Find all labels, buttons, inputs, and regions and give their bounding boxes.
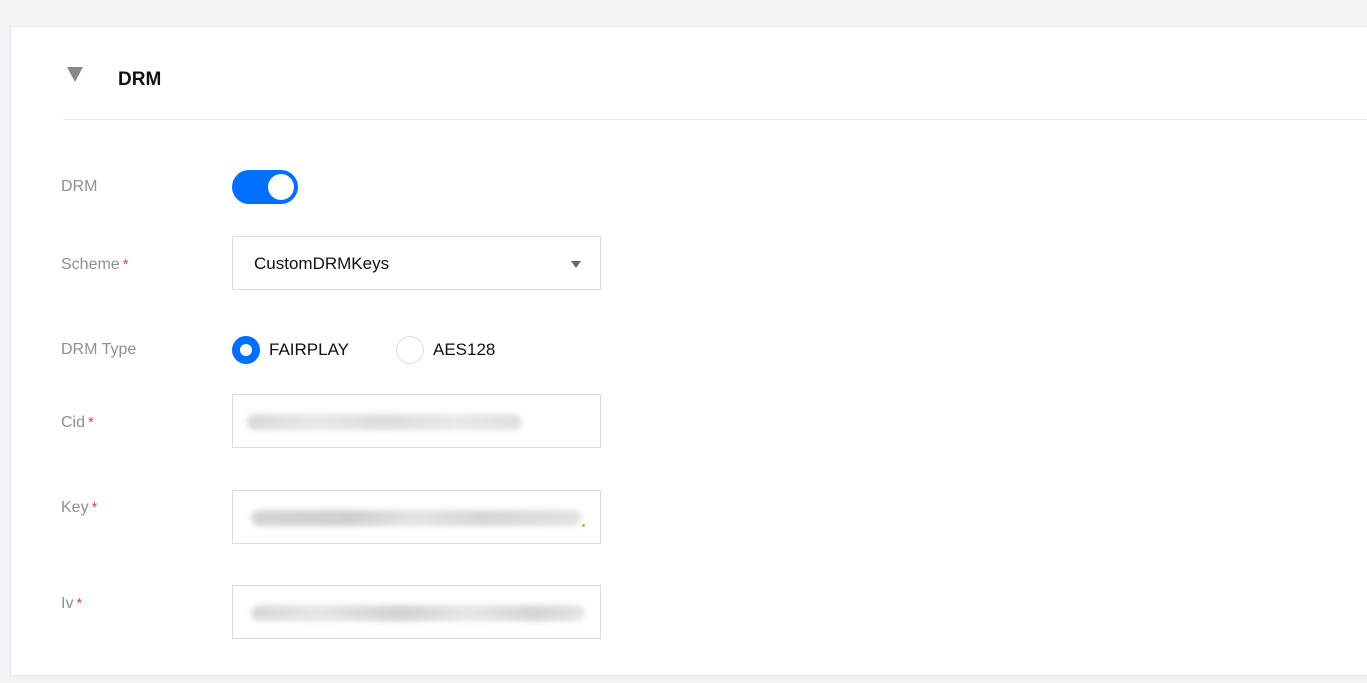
scheme-label-text: Scheme xyxy=(61,256,120,273)
scheme-select[interactable]: CustomDRMKeys xyxy=(232,236,601,290)
drm-label: DRM xyxy=(61,177,97,197)
toggle-knob xyxy=(268,174,294,200)
radio-fairplay-label: FAIRPLAY xyxy=(269,340,349,359)
iv-input[interactable] xyxy=(232,585,601,639)
required-mark: * xyxy=(91,499,98,516)
section-header[interactable]: DRM xyxy=(63,27,1367,120)
required-mark: * xyxy=(76,595,83,612)
cid-input[interactable] xyxy=(232,394,601,448)
redacted-value xyxy=(247,414,522,430)
drm-settings-card: DRM DRM Scheme * CustomDRMKeys DRM Type F… xyxy=(10,26,1367,676)
iv-label: Iv * xyxy=(61,594,82,614)
radio-aes128-label: AES128 xyxy=(433,340,496,359)
cursor-artifact xyxy=(582,524,585,527)
drm-toggle[interactable] xyxy=(232,170,298,204)
drm-type-label: DRM Type xyxy=(61,340,136,360)
scheme-label: Scheme * xyxy=(61,255,129,275)
redacted-value xyxy=(251,605,585,621)
chevron-down-icon xyxy=(571,261,581,268)
caret-down-icon[interactable] xyxy=(67,67,83,82)
key-label-text: Key xyxy=(61,499,89,516)
iv-label-text: Iv xyxy=(61,595,74,612)
drm-label-text: DRM xyxy=(61,178,98,195)
redacted-value xyxy=(251,510,581,526)
key-label: Key * xyxy=(61,498,97,518)
required-mark: * xyxy=(122,256,129,273)
cid-label-text: Cid xyxy=(61,414,86,431)
cid-label: Cid * xyxy=(61,413,94,433)
drm-type-label-text: DRM Type xyxy=(61,341,137,358)
radio-unchecked-icon[interactable] xyxy=(396,336,424,364)
section-title: DRM xyxy=(118,69,162,90)
key-input[interactable] xyxy=(232,490,601,544)
radio-fairplay[interactable]: FAIRPLAY xyxy=(232,336,349,364)
radio-aes128[interactable]: AES128 xyxy=(396,336,495,364)
required-mark: * xyxy=(88,414,94,431)
radio-checked-icon[interactable] xyxy=(232,336,260,364)
scheme-select-value: CustomDRMKeys xyxy=(254,254,390,273)
